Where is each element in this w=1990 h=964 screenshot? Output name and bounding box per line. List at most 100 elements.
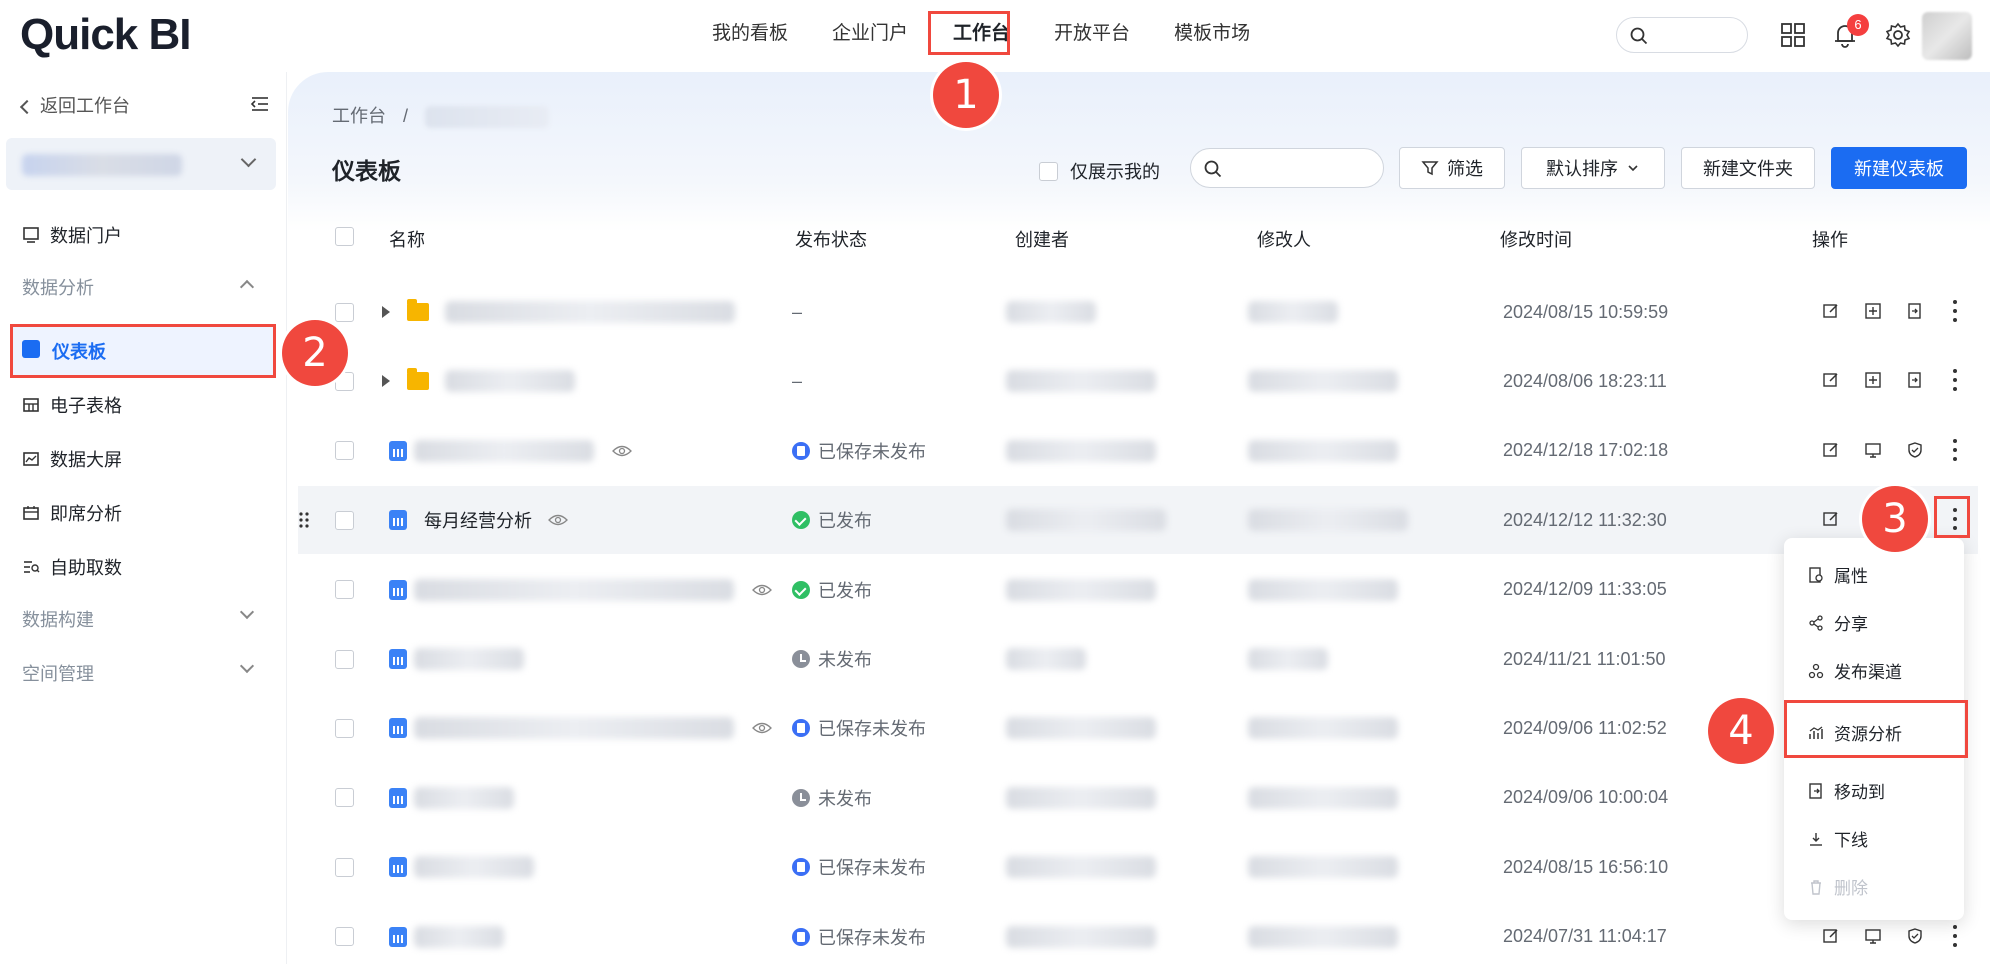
more-actions-icon[interactable] [1952, 924, 1958, 947]
item-name-redacted[interactable] [414, 925, 504, 948]
header-modified-time[interactable]: 修改时间 [1500, 226, 1572, 252]
sidebar-item-data-portal[interactable]: 数据门户 [22, 222, 122, 248]
menu-item-properties[interactable]: 属性 [1808, 562, 1868, 587]
topnav-portal[interactable]: 企业门户 [810, 12, 930, 56]
menu-item-share[interactable]: 分享 [1808, 610, 1868, 635]
avatar[interactable] [1922, 12, 1972, 60]
sort-label: 默认排序 [1546, 159, 1618, 179]
global-search-input[interactable] [1616, 17, 1748, 53]
item-name-redacted[interactable] [414, 717, 734, 740]
preview-icon[interactable] [1864, 441, 1882, 459]
drag-handle-icon[interactable] [298, 486, 310, 554]
eye-icon[interactable] [752, 556, 772, 624]
more-actions-icon[interactable] [1952, 369, 1958, 392]
sidebar-item-spreadsheet[interactable]: 电子表格 [22, 392, 122, 418]
row-checkbox[interactable] [335, 580, 354, 600]
table-row[interactable]: 未发布 2024/11/21 11:01:50 [298, 625, 1978, 693]
table-row[interactable]: 已保存未发布 2024/12/18 17:02:18 [298, 417, 1978, 485]
menu-item-move-to[interactable]: 移动到 [1808, 778, 1885, 803]
move-icon[interactable] [1906, 371, 1924, 389]
new-dashboard-button[interactable]: 新建仪表板 [1831, 147, 1967, 189]
preview-icon[interactable] [1864, 927, 1882, 945]
table-row[interactable]: – 2024/08/06 18:23:11 [298, 347, 1978, 415]
row-checkbox[interactable] [335, 718, 354, 738]
sort-dropdown[interactable]: 默认排序 [1521, 147, 1665, 189]
row-checkbox[interactable] [335, 649, 354, 669]
header-name[interactable]: 名称 [389, 226, 425, 252]
menu-item-publish-channel[interactable]: 发布渠道 [1808, 658, 1902, 683]
channel-icon [1808, 663, 1824, 678]
caret-right-icon[interactable] [382, 306, 390, 318]
sidebar-group-data-analysis[interactable]: 数据分析 [22, 274, 255, 300]
topnav-template-market[interactable]: 模板市场 [1152, 12, 1272, 56]
edit-icon[interactable] [1822, 441, 1840, 459]
item-name[interactable]: 每月经营分析 [424, 486, 532, 554]
eye-icon[interactable] [752, 694, 772, 762]
item-name-redacted[interactable] [414, 786, 514, 809]
back-to-workbench-link[interactable]: 返回工作台 [19, 92, 130, 118]
header-creator[interactable]: 创建者 [1015, 226, 1069, 252]
item-name-redacted[interactable] [445, 301, 735, 323]
item-name-redacted[interactable] [414, 578, 734, 601]
sidebar-item-adhoc-analysis[interactable]: 即席分析 [22, 500, 122, 526]
row-checkbox[interactable] [335, 788, 354, 808]
checkbox[interactable] [1039, 161, 1058, 181]
select-all-checkbox[interactable] [335, 227, 354, 246]
annotation-box-resource-analysis [1784, 700, 1968, 758]
row-checkbox[interactable] [335, 857, 354, 877]
topnav-my-boards[interactable]: 我的看板 [690, 12, 810, 56]
permission-icon[interactable] [1906, 441, 1924, 459]
apps-grid-icon[interactable] [1778, 20, 1808, 50]
item-name-redacted[interactable] [445, 370, 575, 393]
permission-icon[interactable] [1906, 927, 1924, 945]
menu-item-offline[interactable]: 下线 [1808, 826, 1868, 851]
move-icon[interactable] [1906, 302, 1924, 320]
table-row[interactable]: 已发布 2024/12/09 11:33:05 [298, 556, 1978, 624]
topnav-open-platform[interactable]: 开放平台 [1032, 12, 1152, 56]
table-row[interactable]: 未发布 2024/09/06 10:00:04 [298, 764, 1978, 832]
edit-icon[interactable] [1822, 371, 1840, 389]
edit-icon[interactable] [1822, 927, 1840, 945]
row-checkbox[interactable] [335, 302, 354, 322]
eye-icon[interactable] [612, 417, 632, 485]
status-text: 已发布 [818, 580, 872, 601]
status-text: 已保存未发布 [818, 858, 926, 879]
dashboard-icon [389, 579, 407, 600]
item-name-redacted[interactable] [414, 648, 524, 670]
breadcrumb-root[interactable]: 工作台 [332, 106, 386, 126]
sidebar-group-space-management[interactable]: 空间管理 [22, 658, 255, 686]
row-checkbox[interactable] [335, 441, 354, 461]
edit-icon[interactable] [1822, 510, 1840, 528]
table-row[interactable]: 已保存未发布 2024/08/15 16:56:10 [298, 833, 1978, 901]
header-modifier[interactable]: 修改人 [1257, 226, 1311, 252]
more-actions-icon[interactable] [1952, 300, 1958, 322]
gear-icon[interactable] [1883, 20, 1913, 50]
item-name-redacted[interactable] [414, 856, 534, 879]
item-name-redacted[interactable] [414, 439, 594, 462]
edit-icon[interactable] [1822, 302, 1840, 320]
only-mine-checkbox[interactable]: 仅展示我的 [1039, 158, 1160, 184]
sidebar-group-data-build[interactable]: 数据构建 [22, 604, 255, 632]
trash-icon [1811, 879, 1821, 895]
notification-badge: 6 [1847, 14, 1869, 36]
modified-time: 2024/12/12 11:32:30 [1503, 509, 1667, 530]
eye-icon[interactable] [548, 486, 568, 554]
row-checkbox[interactable] [335, 510, 354, 530]
new-folder-button[interactable]: 新建文件夹 [1681, 147, 1815, 189]
table-row[interactable]: – 2024/08/15 10:59:59 [298, 278, 1978, 346]
list-search-input[interactable] [1190, 148, 1384, 188]
caret-right-icon[interactable] [382, 375, 390, 388]
filter-button[interactable]: 筛选 [1399, 147, 1505, 189]
more-actions-icon[interactable] [1952, 438, 1958, 461]
quick-bi-logo[interactable]: Quick BI [20, 10, 191, 60]
collapse-sidebar-icon[interactable] [250, 94, 270, 114]
header-status[interactable]: 发布状态 [795, 226, 867, 252]
row-checkbox[interactable] [335, 927, 354, 947]
sidebar-item-self-service-fetch[interactable]: 自助取数 [22, 554, 122, 580]
sidebar-item-data-screen[interactable]: 数据大屏 [22, 446, 122, 472]
table-row[interactable]: 每月经营分析 已发布 2024/12/12 11:32:30 [298, 486, 1978, 555]
add-icon[interactable] [1864, 302, 1882, 320]
table-row[interactable]: 已保存未发布 2024/07/31 11:04:17 [298, 903, 1978, 964]
add-icon[interactable] [1864, 371, 1882, 389]
workspace-select[interactable] [6, 138, 276, 190]
